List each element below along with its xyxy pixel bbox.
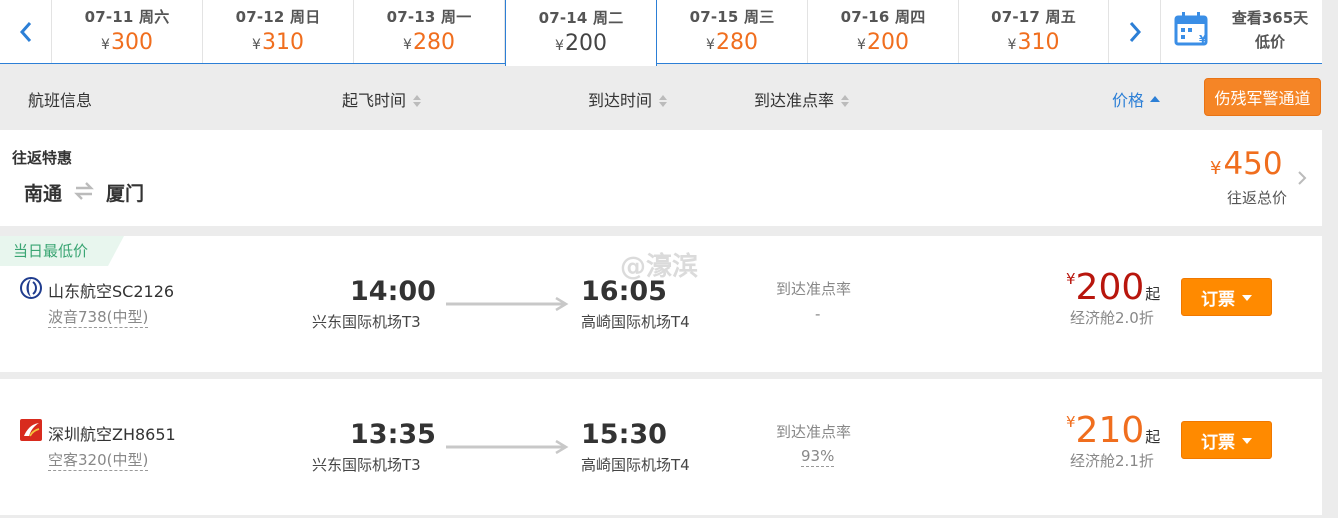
arrive-time: 15:30 [581, 419, 667, 450]
date-tab-0715[interactable]: 07-15 周三 ¥280 [657, 0, 808, 63]
aircraft-type[interactable]: 波音738(中型) [48, 307, 149, 328]
cabin-discount: 经济舱2.1折 [1070, 452, 1154, 470]
ontime-rate-value: - [815, 305, 821, 323]
sort-icon [659, 94, 668, 107]
arrive-airport: 高崎国际机场T4 [581, 456, 690, 474]
chevron-left-icon [19, 21, 31, 42]
depart-airport: 兴东国际机场T3 [312, 313, 421, 331]
sort-depart-time[interactable]: 起飞时间 [342, 87, 422, 111]
sort-icon [841, 94, 850, 107]
aircraft-type[interactable]: 空客320(中型) [48, 450, 149, 471]
col-flight-info: 航班信息 [28, 91, 93, 110]
round-trip-title: 往返特惠 [12, 149, 73, 167]
flight-direction-arrow-icon [446, 297, 569, 311]
date-price: ¥280 [706, 30, 758, 55]
sort-asc-icon [1150, 95, 1161, 102]
round-trip-swap-icon [74, 182, 94, 200]
caret-down-icon [1242, 438, 1252, 444]
depart-time: 14:00 [350, 276, 436, 307]
calendar-icon: ¥ [1174, 12, 1208, 46]
date-price: ¥310 [252, 30, 304, 55]
date-label: 07-11 周六 [84, 8, 170, 26]
round-trip-to-city: 厦门 [106, 183, 145, 205]
date-tab-0711[interactable]: 07-11 周六 ¥300 [52, 0, 203, 63]
round-trip-deal-card[interactable]: 往返特惠 南通 厦门 ¥450 往返总价 [0, 130, 1322, 226]
book-ticket-button[interactable]: 订票 [1181, 421, 1272, 459]
airline-flight-number: 深圳航空ZH8651 [48, 425, 176, 444]
depart-time: 13:35 [350, 419, 436, 450]
caret-down-icon [1242, 295, 1252, 301]
prev-dates-button[interactable] [0, 0, 52, 63]
date-tab-0712[interactable]: 07-12 周日 ¥310 [203, 0, 354, 63]
sort-price[interactable]: 价格 [1112, 87, 1161, 111]
cabin-discount: 经济舱2.0折 [1070, 309, 1154, 327]
airline-flight-number: 山东航空SC2126 [48, 282, 175, 301]
date-label: 07-17 周五 [991, 8, 1076, 26]
lowest-price-tag: 当日最低价 [0, 236, 124, 266]
date-tab-0713[interactable]: 07-13 周一 ¥280 [354, 0, 505, 63]
depart-airport: 兴东国际机场T3 [312, 456, 421, 474]
sort-icon [413, 94, 422, 107]
flight-price: ¥200起 [1066, 267, 1161, 308]
date-price: ¥200 [555, 31, 607, 56]
chevron-right-icon[interactable] [1297, 170, 1307, 186]
view-365-days-label: 查看365天 低价 [1231, 9, 1309, 51]
date-selector-bar: 07-11 周六 ¥300 07-12 周日 ¥310 07-13 周一 ¥28… [0, 0, 1322, 66]
police-channel-button[interactable]: 伤残军警通道 [1204, 78, 1321, 116]
next-dates-button[interactable] [1108, 0, 1160, 63]
date-tab-0716[interactable]: 07-16 周四 ¥200 [808, 0, 959, 63]
shandong-airlines-logo-icon [20, 277, 42, 299]
ontime-rate-label: 到达准点率 [776, 280, 852, 298]
date-price: ¥300 [101, 30, 153, 55]
date-tab-0717[interactable]: 07-17 周五 ¥310 [959, 0, 1108, 63]
ontime-rate-value[interactable]: 93% [801, 447, 835, 467]
date-price: ¥200 [857, 30, 909, 55]
date-label: 07-13 周一 [386, 8, 472, 26]
date-price: ¥310 [1007, 30, 1060, 55]
chevron-right-icon [1129, 21, 1141, 42]
shenzhen-airlines-logo-icon [20, 419, 42, 441]
svg-text:¥: ¥ [1199, 33, 1207, 46]
flight-row: 深圳航空ZH8651 空客320(中型) 13:35 兴东国际机场T3 15:3… [0, 379, 1322, 515]
date-label: 07-14 周二 [538, 9, 624, 27]
flight-price: ¥210起 [1066, 410, 1161, 451]
view-365-days-button[interactable]: ¥ 查看365天 低价 [1160, 0, 1322, 63]
date-label: 07-12 周日 [235, 8, 321, 26]
watermark: @濠滨 [620, 252, 699, 282]
date-label: 07-15 周三 [689, 8, 775, 26]
round-trip-from-city: 南通 [24, 183, 63, 205]
ontime-rate-label: 到达准点率 [776, 423, 852, 441]
date-tab-0714-selected[interactable]: 07-14 周二 ¥200 [505, 0, 657, 66]
date-label: 07-16 周四 [840, 8, 926, 26]
arrive-airport: 高崎国际机场T4 [581, 313, 690, 331]
sort-ontime-rate[interactable]: 到达准点率 [754, 87, 850, 111]
date-price: ¥280 [403, 30, 455, 55]
sort-arrive-time[interactable]: 到达时间 [588, 87, 668, 111]
sort-header: 航班信息 起飞时间 到达时间 到达准点率 价格 伤残军警通道 [0, 76, 1322, 120]
flight-direction-arrow-icon [446, 440, 569, 454]
round-trip-price-label: 往返总价 [1227, 189, 1288, 207]
book-ticket-button[interactable]: 订票 [1181, 278, 1272, 316]
round-trip-price[interactable]: ¥450 [1210, 146, 1283, 187]
